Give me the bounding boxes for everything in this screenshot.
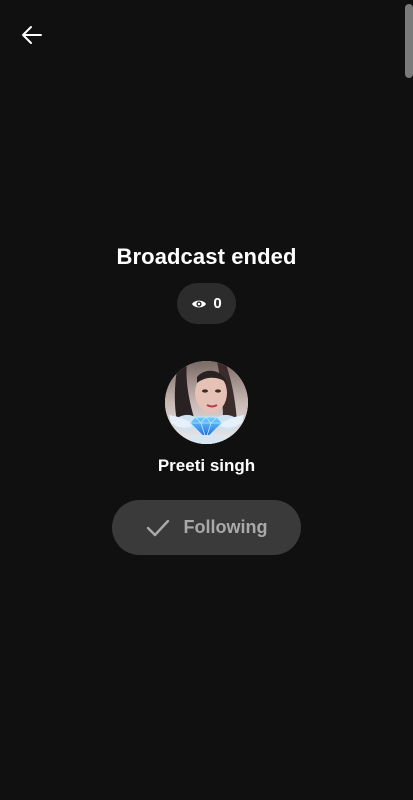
eye-icon [192, 300, 207, 307]
checkmark-icon [146, 519, 169, 536]
page-title: Broadcast ended [116, 244, 297, 269]
broadcast-ended-screen: Broadcast ended 0 Preeti singh Following [0, 0, 413, 800]
viewer-count: 0 [213, 295, 222, 312]
host-name[interactable]: Preeti singh [0, 456, 413, 476]
following-button[interactable]: Following [112, 500, 301, 555]
avatar-image [165, 361, 248, 444]
avatar[interactable] [165, 361, 248, 444]
scrollbar[interactable] [405, 4, 413, 78]
viewer-count-badge: 0 [177, 283, 236, 324]
following-label: Following [183, 517, 268, 537]
back-button[interactable] [14, 20, 50, 50]
arrow-left-icon [22, 26, 42, 44]
